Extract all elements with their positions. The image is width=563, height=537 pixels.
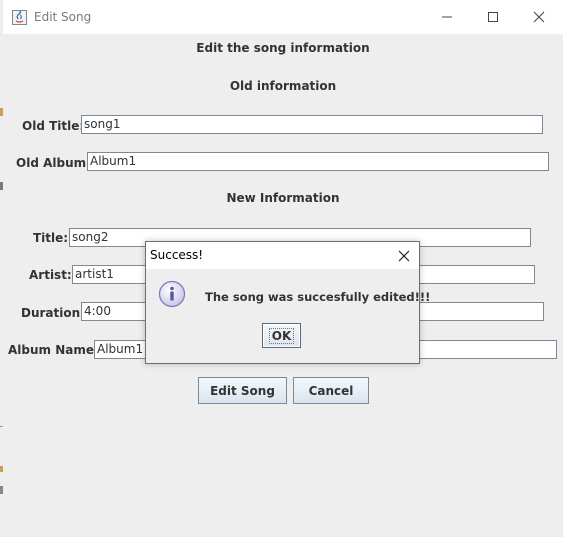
edit-song-button[interactable]: Edit Song <box>198 377 287 404</box>
window-title: Edit Song <box>34 10 92 24</box>
dialog-titlebar: Success! <box>146 242 419 269</box>
old-section-heading: Old information <box>229 79 337 93</box>
close-icon <box>533 11 545 23</box>
success-dialog: Success! The song was succesfully edited… <box>145 241 430 364</box>
ok-button[interactable]: OK <box>262 323 301 348</box>
cancel-button[interactable]: Cancel <box>293 377 369 404</box>
old-album-label: Old Album: <box>16 156 91 170</box>
dialog-message: The song was succesfully edited!!! <box>205 290 431 304</box>
new-section-heading: New Information <box>226 191 340 205</box>
window-titlebar: Edit Song <box>3 0 563 34</box>
java-icon <box>12 10 27 25</box>
dialog-close-button[interactable] <box>389 242 419 269</box>
dialog-title: Success! <box>150 248 204 262</box>
close-button[interactable] <box>516 0 562 34</box>
album-name-label: Album Name: <box>8 343 99 357</box>
minimize-button[interactable] <box>424 0 470 34</box>
form-heading: Edit the song information <box>196 41 370 55</box>
info-icon <box>158 280 186 308</box>
old-title-label: Old Title: <box>22 119 85 133</box>
ok-button-label: OK <box>268 327 295 344</box>
title-label: Title: <box>33 231 69 245</box>
artist-label: Artist: <box>29 268 72 282</box>
minimize-icon <box>442 16 452 18</box>
old-album-field[interactable]: Album1 <box>87 152 549 171</box>
maximize-button[interactable] <box>470 0 516 34</box>
old-title-field[interactable]: song1 <box>81 115 543 134</box>
maximize-icon <box>488 12 498 22</box>
duration-label: Duration: <box>21 306 85 320</box>
close-icon <box>398 250 410 261</box>
